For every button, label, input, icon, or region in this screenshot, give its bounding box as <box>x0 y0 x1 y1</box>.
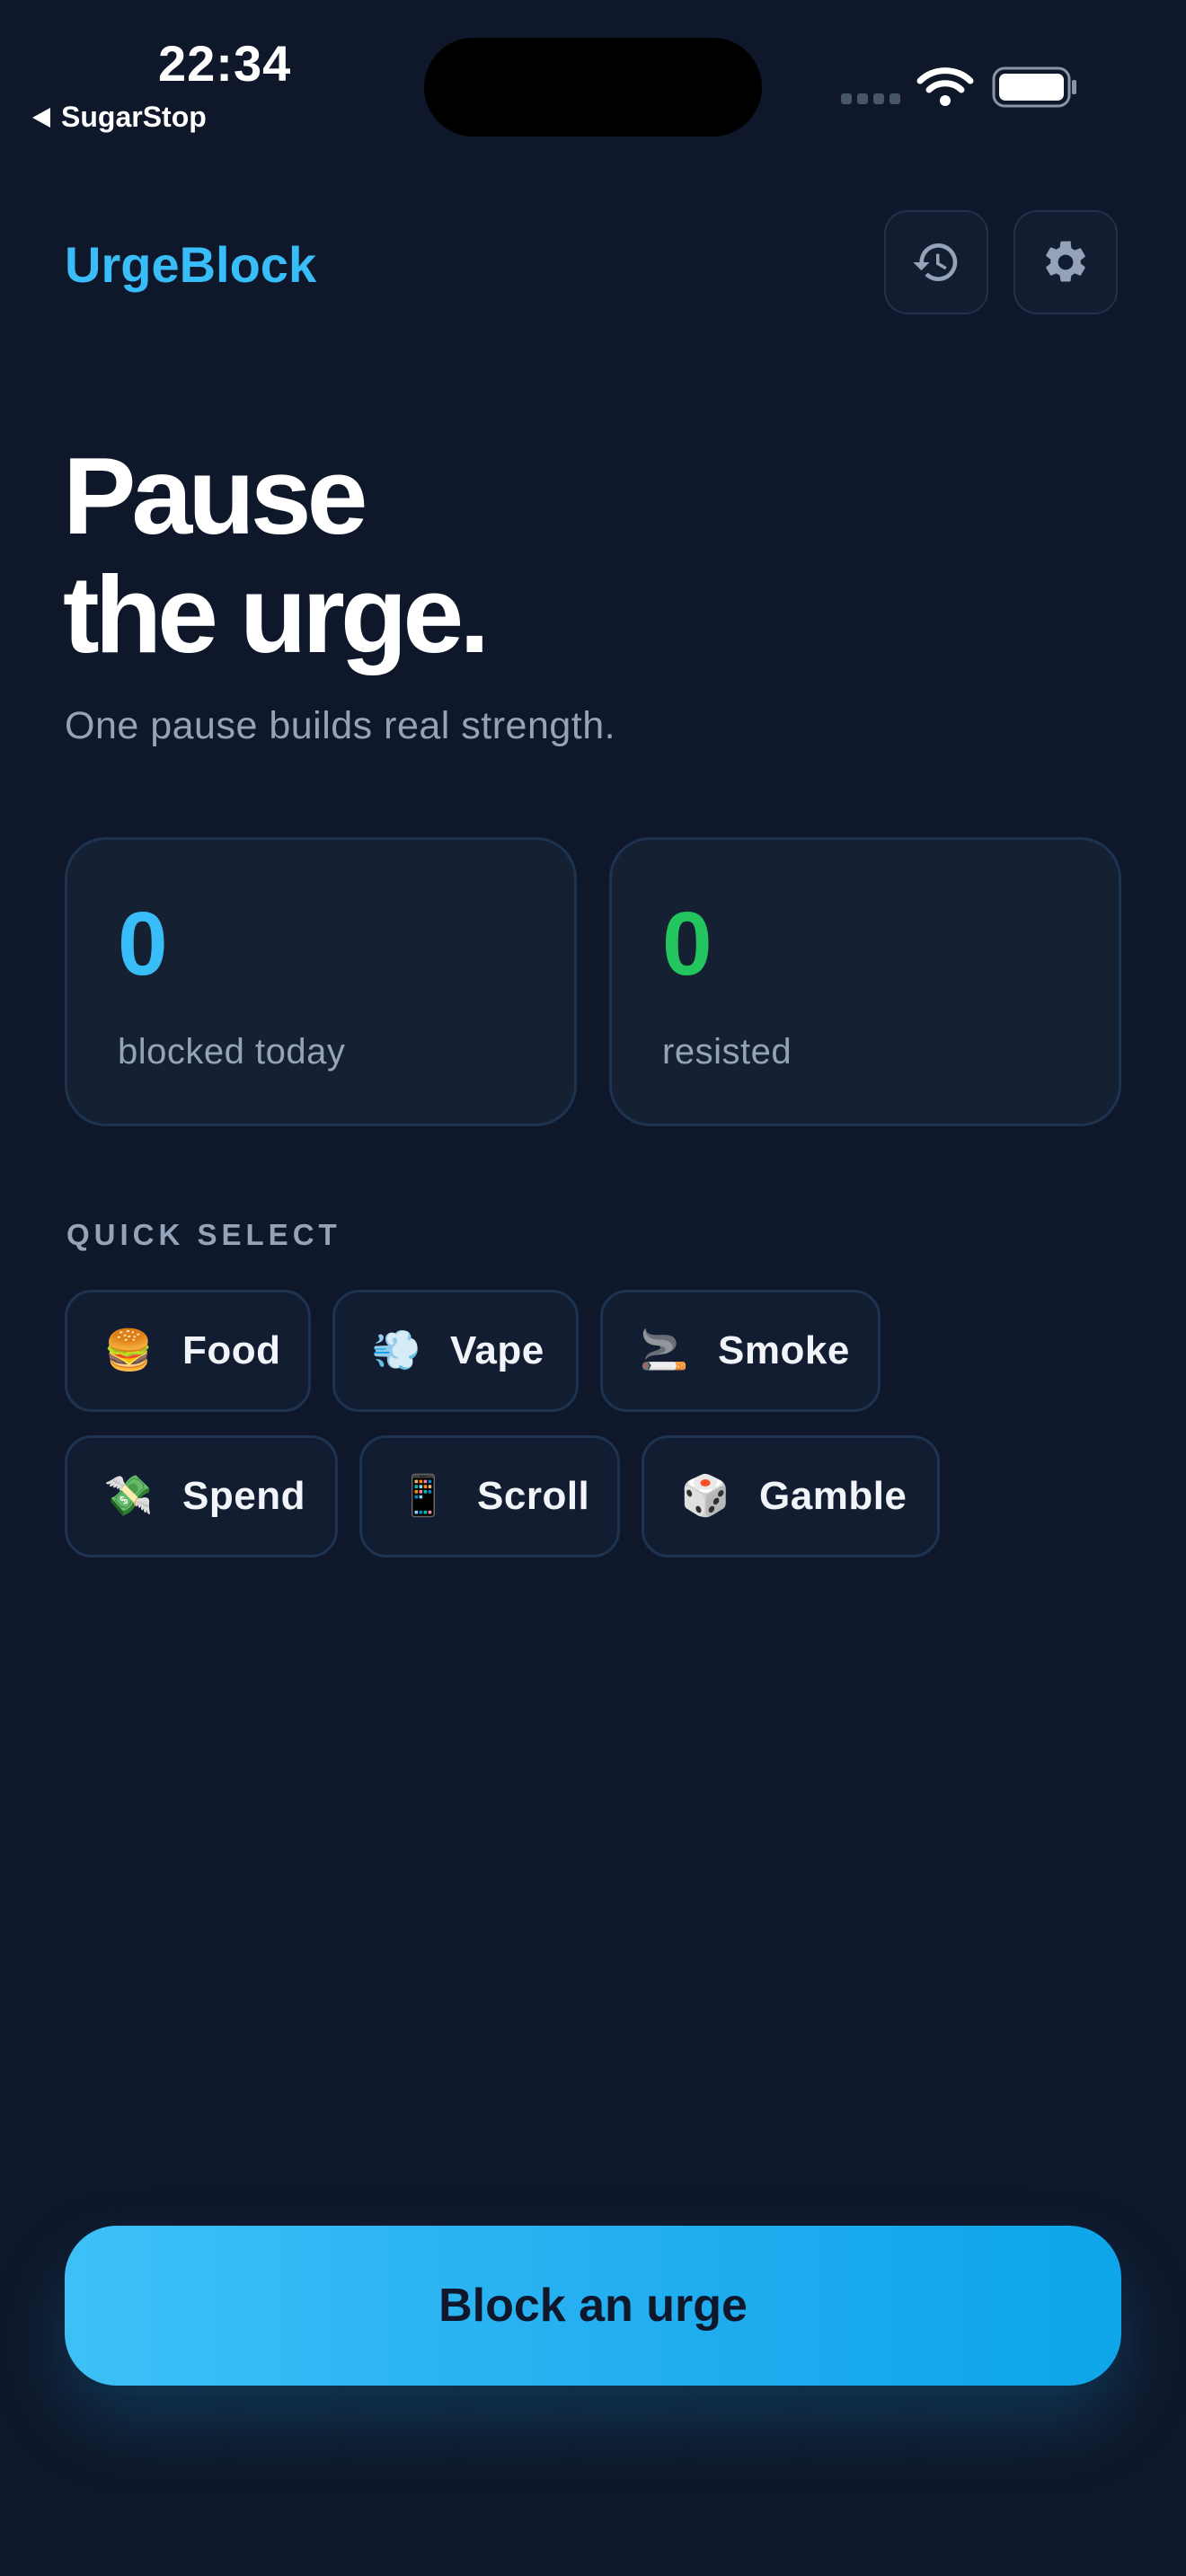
wifi-icon <box>916 67 974 106</box>
quick-select-label: QUICK SELECT <box>66 1218 341 1251</box>
money-wings-icon: 💸 <box>103 1473 154 1519</box>
quick-select-chip-gamble[interactable]: 🎲 Gamble <box>642 1435 940 1557</box>
history-button[interactable] <box>884 210 988 314</box>
dice-icon: 🎲 <box>680 1473 730 1519</box>
chip-label-food: Food <box>182 1328 281 1372</box>
block-urge-button[interactable]: Block an urge <box>65 2226 1121 2386</box>
chip-label-spend: Spend <box>182 1474 305 1518</box>
stat-card-blocked-today: 0 blocked today <box>65 837 577 1126</box>
quick-select-chip-food[interactable]: 🍔 Food <box>65 1290 311 1412</box>
dynamic-island <box>424 38 762 137</box>
chip-label-scroll: Scroll <box>477 1474 590 1518</box>
quick-select-chip-scroll[interactable]: 📱 Scroll <box>359 1435 620 1557</box>
blocked-today-count: 0 <box>118 894 168 994</box>
quick-select-chip-smoke[interactable]: 🚬 Smoke <box>600 1290 881 1412</box>
stat-card-resisted: 0 resisted <box>609 837 1121 1126</box>
app-screen: 22:34 SugarStop UrgeBlock Pause the urge… <box>0 0 1186 2576</box>
gear-icon <box>1046 241 1085 282</box>
app-title: UrgeBlock <box>65 236 317 293</box>
settings-button[interactable] <box>1013 210 1118 314</box>
chip-label-gamble: Gamble <box>759 1474 907 1518</box>
hero-title-line-1: Pause <box>63 435 367 557</box>
resisted-label: resisted <box>662 1032 792 1072</box>
back-arrow-icon <box>32 107 50 128</box>
battery-icon <box>992 66 1076 108</box>
blocked-today-label: blocked today <box>118 1032 346 1072</box>
status-time: 22:34 <box>158 35 292 92</box>
back-app-label: SugarStop <box>61 101 207 133</box>
mobile-phone-icon: 📱 <box>398 1473 448 1519</box>
history-icon <box>913 243 958 281</box>
chip-label-vape: Vape <box>450 1328 544 1372</box>
hero-subtitle: One pause builds real strength. <box>65 704 616 747</box>
hero-title: Pause the urge. <box>63 435 490 675</box>
quick-select-chip-spend[interactable]: 💸 Spend <box>65 1435 338 1557</box>
resisted-count: 0 <box>662 894 712 994</box>
back-to-app-link[interactable]: SugarStop <box>32 101 207 134</box>
quick-select-chip-vape[interactable]: 💨 Vape <box>332 1290 579 1412</box>
vapor-cloud-icon: 💨 <box>371 1328 421 1373</box>
hero-title-line-2: the urge. <box>63 553 490 675</box>
burger-icon: 🍔 <box>103 1328 154 1373</box>
cellular-signal-icon <box>841 93 900 104</box>
cigarette-icon: 🚬 <box>639 1328 689 1373</box>
chip-label-smoke: Smoke <box>718 1328 850 1372</box>
